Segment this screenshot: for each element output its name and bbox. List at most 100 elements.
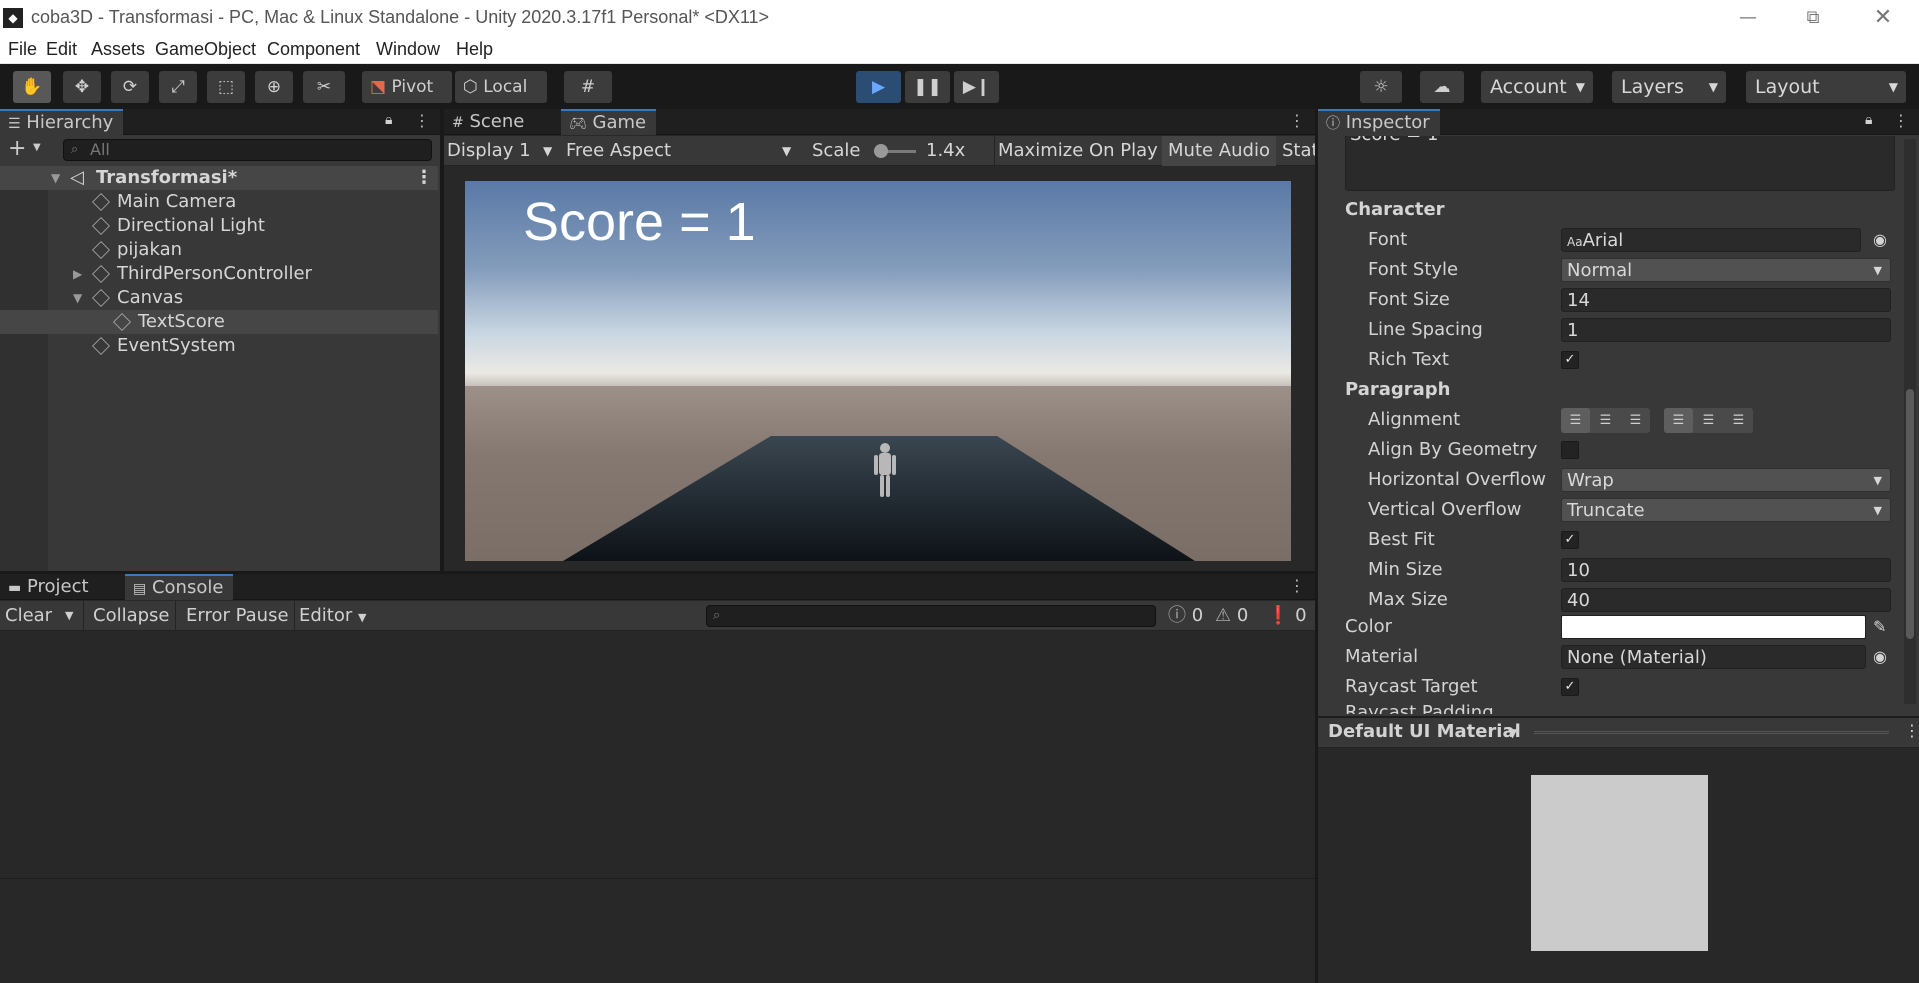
- editor-dropdown[interactable]: Editor ▼: [294, 601, 371, 631]
- kebab-menu-icon[interactable]: ⋮: [1904, 721, 1919, 740]
- layers-dropdown[interactable]: Layers ▼: [1612, 71, 1726, 103]
- clear-button[interactable]: Clear: [0, 601, 57, 631]
- font-style-dropdown[interactable]: Normal ▼: [1561, 258, 1891, 282]
- step-button[interactable]: ▶❙: [954, 71, 999, 103]
- max-size-field[interactable]: 40: [1561, 588, 1891, 612]
- tab-inspector[interactable]: ⓘ Inspector: [1318, 109, 1440, 135]
- hierarchy-item[interactable]: pijakan: [0, 238, 438, 262]
- warning-count-toggle[interactable]: ⚠ 0: [1210, 601, 1253, 631]
- raycast-target-checkbox[interactable]: ✓: [1561, 678, 1579, 696]
- chevron-down-icon[interactable]: ▼: [33, 142, 41, 153]
- drag-handle[interactable]: [1534, 731, 1889, 734]
- vertical-splitter[interactable]: [1315, 109, 1318, 983]
- tab-scene[interactable]: # Scene: [444, 109, 534, 135]
- align-right-icon[interactable]: ☰: [1621, 408, 1650, 433]
- mute-audio-toggle[interactable]: Mute Audio: [1162, 136, 1276, 166]
- scale-slider-handle[interactable]: [874, 144, 888, 158]
- color-swatch[interactable]: [1561, 615, 1866, 639]
- rotate-tool-icon[interactable]: ⟳: [111, 71, 149, 103]
- align-by-geometry-checkbox[interactable]: [1561, 441, 1579, 459]
- maximize-on-play-toggle[interactable]: Maximize On Play: [992, 136, 1164, 166]
- menu-assets[interactable]: Assets: [91, 39, 145, 60]
- play-button[interactable]: ▶: [856, 71, 901, 103]
- tab-game[interactable]: 🎮︎ Game: [561, 109, 657, 135]
- hierarchy-item[interactable]: ▼ Canvas: [0, 286, 438, 310]
- chevron-down-icon[interactable]: ▼: [1508, 726, 1517, 740]
- line-spacing-field[interactable]: 1: [1561, 318, 1891, 342]
- lock-icon[interactable]: 🔒︎: [385, 112, 392, 128]
- align-middle-icon[interactable]: ☰: [1694, 408, 1723, 433]
- custom-tool-icon[interactable]: ✂: [303, 71, 345, 103]
- vertical-overflow-dropdown[interactable]: Truncate ▼: [1561, 498, 1891, 522]
- tab-console[interactable]: ▤ Console: [125, 574, 234, 600]
- error-count-toggle[interactable]: ❗ 0: [1262, 601, 1312, 631]
- hierarchy-item[interactable]: Directional Light: [0, 214, 438, 238]
- pause-button[interactable]: ❚❚: [905, 71, 950, 103]
- game-render-view[interactable]: Score = 1: [465, 181, 1291, 561]
- aspect-dropdown[interactable]: Free Aspect ▼: [566, 136, 800, 166]
- scene-row[interactable]: ▼ ◁ Transformasi* ⋮: [0, 166, 438, 190]
- error-pause-toggle[interactable]: Error Pause: [181, 601, 295, 631]
- rich-text-checkbox[interactable]: ✓: [1561, 351, 1579, 369]
- expand-arrow-icon[interactable]: ▼: [51, 166, 60, 190]
- cloud-icon[interactable]: ☁: [1420, 71, 1464, 103]
- grid-snap-icon[interactable]: #: [564, 71, 612, 103]
- hierarchy-item[interactable]: EventSystem: [0, 334, 438, 358]
- tab-hierarchy[interactable]: ☰ Hierarchy: [0, 109, 124, 135]
- info-count-toggle[interactable]: ⓘ 0: [1163, 601, 1208, 631]
- inspector-scrollbar[interactable]: [1904, 139, 1916, 704]
- menu-gameobject[interactable]: GameObject: [155, 39, 256, 60]
- kebab-menu-icon[interactable]: ⋮: [415, 166, 433, 190]
- eyedropper-icon[interactable]: ✎: [1873, 612, 1886, 642]
- min-size-field[interactable]: 10: [1561, 558, 1891, 582]
- chevron-down-icon[interactable]: ▼: [60, 601, 84, 631]
- font-size-field[interactable]: 14: [1561, 288, 1891, 312]
- kebab-menu-icon[interactable]: ⋮: [414, 111, 430, 130]
- best-fit-checkbox[interactable]: ✓: [1561, 531, 1579, 549]
- expand-arrow-icon[interactable]: ▶: [73, 262, 82, 286]
- align-top-icon[interactable]: ☰: [1664, 408, 1693, 433]
- menu-window[interactable]: Window: [376, 39, 440, 60]
- scrollbar-thumb[interactable]: [1906, 389, 1914, 639]
- font-field[interactable]: AaArial: [1561, 228, 1861, 252]
- align-bottom-icon[interactable]: ☰: [1724, 408, 1753, 433]
- transform-tool-icon[interactable]: ⊕: [255, 71, 293, 103]
- horizontal-splitter[interactable]: [0, 571, 1315, 574]
- text-input-area[interactable]: Score = 1: [1345, 136, 1895, 191]
- lock-icon[interactable]: 🔒︎: [1865, 112, 1872, 128]
- menu-component[interactable]: Component: [267, 39, 360, 60]
- rect-tool-icon[interactable]: ⬚: [207, 71, 245, 103]
- services-icon[interactable]: ☼: [1360, 71, 1402, 103]
- move-tool-icon[interactable]: ✥: [63, 71, 101, 103]
- align-left-icon[interactable]: ☰: [1561, 408, 1590, 433]
- layout-dropdown[interactable]: Layout ▼: [1746, 71, 1906, 103]
- material-field[interactable]: None (Material): [1561, 645, 1866, 669]
- local-toggle[interactable]: ⬡ Local: [455, 71, 547, 103]
- close-icon[interactable]: ✕: [1857, 4, 1909, 32]
- menu-help[interactable]: Help: [456, 39, 493, 60]
- account-dropdown[interactable]: Account ▼: [1481, 71, 1593, 103]
- menu-file[interactable]: File: [8, 39, 37, 60]
- align-center-icon[interactable]: ☰: [1591, 408, 1620, 433]
- object-picker-icon[interactable]: ◉: [1873, 642, 1887, 672]
- hierarchy-item[interactable]: Main Camera: [0, 190, 438, 214]
- kebab-menu-icon[interactable]: ⋮: [1289, 576, 1305, 595]
- stats-toggle[interactable]: Stat: [1282, 136, 1315, 166]
- pivot-toggle[interactable]: ⬔ Pivot: [362, 71, 452, 103]
- horizontal-overflow-dropdown[interactable]: Wrap ▼: [1561, 468, 1891, 492]
- hierarchy-item[interactable]: ▶ ThirdPersonController: [0, 262, 438, 286]
- restore-icon[interactable]: ⧉: [1787, 4, 1839, 32]
- collapse-toggle[interactable]: Collapse: [88, 601, 176, 631]
- kebab-menu-icon[interactable]: ⋮: [1289, 111, 1305, 130]
- hierarchy-search-input[interactable]: ⌕ All: [63, 139, 432, 161]
- material-preview-title[interactable]: Default UI Material: [1328, 721, 1521, 742]
- collapse-arrow-icon[interactable]: ▼: [73, 286, 82, 310]
- menu-edit[interactable]: Edit: [46, 39, 77, 60]
- console-search-input[interactable]: ⌕: [706, 605, 1156, 627]
- kebab-menu-icon[interactable]: ⋮: [1893, 111, 1909, 130]
- tab-project[interactable]: ▬ Project: [0, 574, 99, 600]
- vertical-splitter[interactable]: [440, 109, 444, 574]
- minimize-icon[interactable]: —: [1722, 4, 1774, 32]
- display-dropdown[interactable]: Display 1 ▼: [447, 136, 559, 166]
- scale-tool-icon[interactable]: ⤢: [159, 71, 197, 103]
